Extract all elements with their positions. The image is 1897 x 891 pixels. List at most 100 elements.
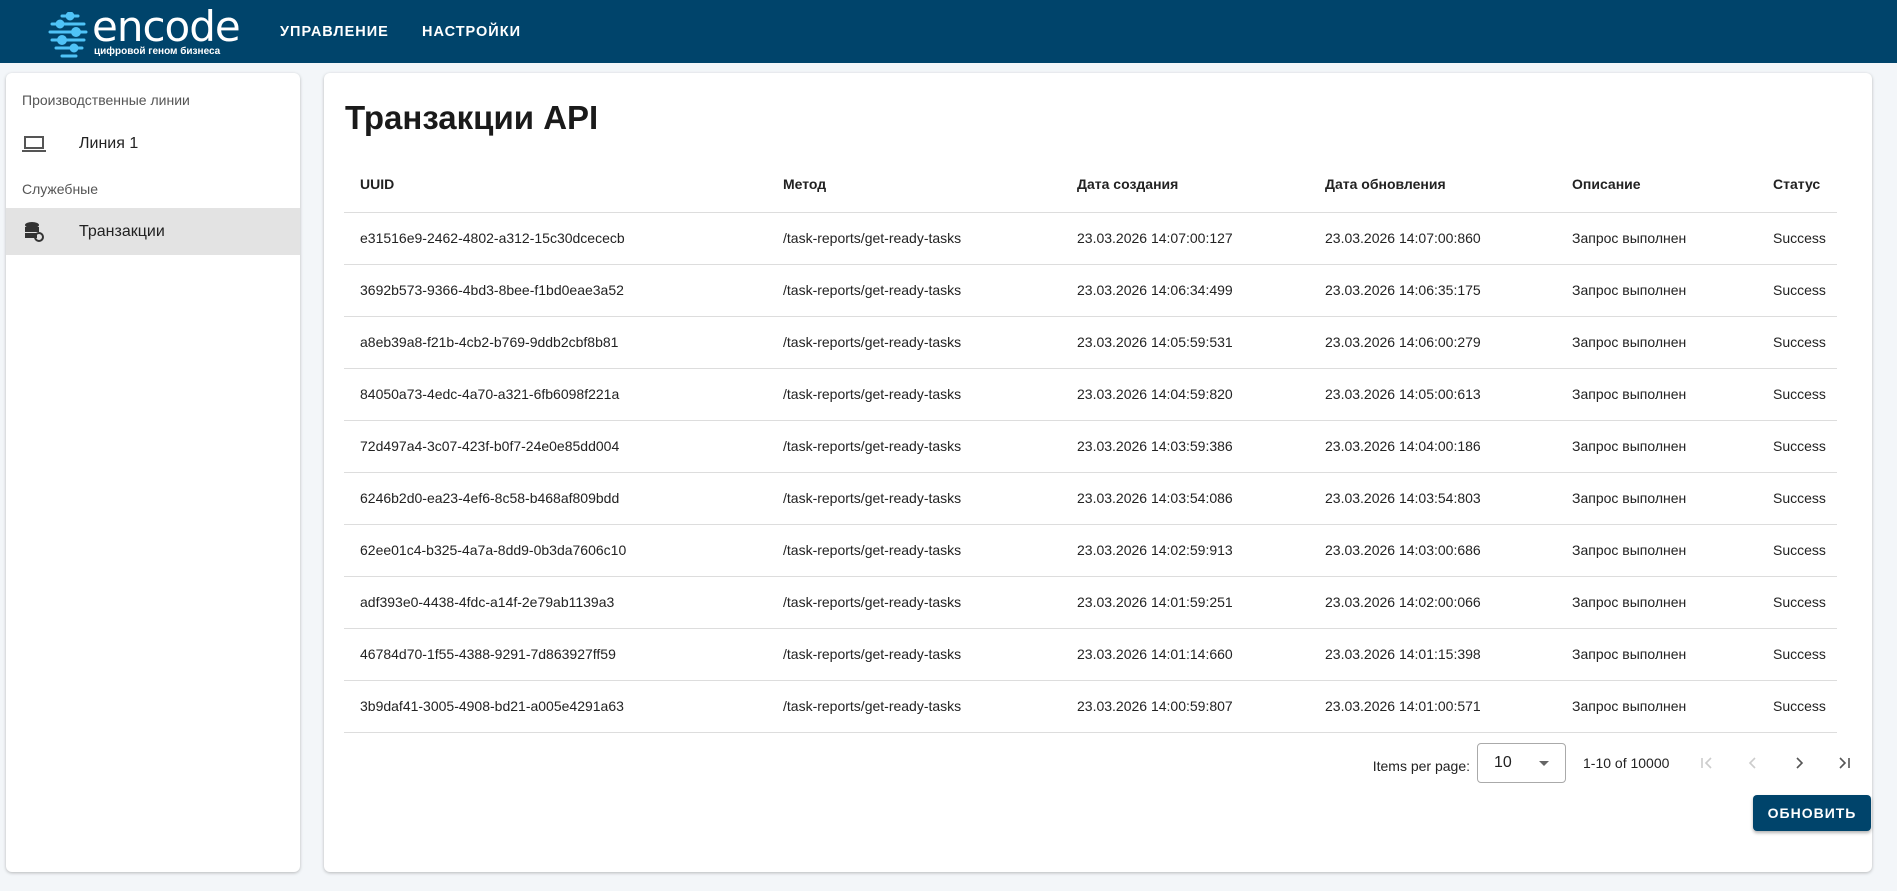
table-cell: 23.03.2026 14:07:00:860 xyxy=(1309,212,1556,265)
table-row[interactable]: e31516e9-2462-4802-a312-15c30dcececb/tas… xyxy=(344,212,1837,265)
database-sync-icon xyxy=(22,221,46,243)
table-cell: 23.03.2026 14:00:59:807 xyxy=(1061,680,1309,733)
logo-icon xyxy=(48,12,88,58)
table-cell: Запрос выполнен xyxy=(1556,628,1757,681)
table-row[interactable]: adf393e0-4438-4fdc-a14f-2e79ab1139a3/tas… xyxy=(344,576,1837,629)
paginator: Items per page: 10 1-10 of 10000 xyxy=(324,743,1872,791)
table-cell: Запрос выполнен xyxy=(1556,576,1757,629)
sidebar-item-label: Линия 1 xyxy=(79,134,139,152)
table-cell: Запрос выполнен xyxy=(1556,368,1757,421)
sidebar-section-service: Служебные xyxy=(22,181,99,197)
table-cell: 23.03.2026 14:03:54:086 xyxy=(1061,472,1309,525)
table-row[interactable]: 3b9daf41-3005-4908-bd21-a005e4291a63/tas… xyxy=(344,680,1837,733)
sidebar-item-transactions[interactable]: Транзакции xyxy=(6,208,300,255)
table-cell: /task-reports/get-ready-tasks xyxy=(767,576,1061,629)
table-row[interactable]: 6246b2d0-ea23-4ef6-8c58-b468af809bdd/tas… xyxy=(344,472,1837,525)
page-title: Транзакции API xyxy=(345,99,599,136)
table-cell: Запрос выполнен xyxy=(1556,472,1757,525)
table-cell: Запрос выполнен xyxy=(1556,420,1757,473)
table-cell: Success xyxy=(1757,680,1837,733)
table-cell: 84050a73-4edc-4a70-a321-6fb6098f221a xyxy=(344,368,767,421)
table-cell: Success xyxy=(1757,472,1837,525)
table-cell: /task-reports/get-ready-tasks xyxy=(767,264,1061,317)
table-cell: 72d497a4-3c07-423f-b0f7-24e0e85dd004 xyxy=(344,420,767,473)
table-cell: Запрос выполнен xyxy=(1556,212,1757,265)
refresh-button[interactable]: ОБНОВИТЬ xyxy=(1753,795,1871,831)
sidebar-item-label: Транзакции xyxy=(79,222,165,240)
table-cell: Запрос выполнен xyxy=(1556,316,1757,369)
table-cell: Success xyxy=(1757,212,1837,265)
table-row[interactable]: 84050a73-4edc-4a70-a321-6fb6098f221a/tas… xyxy=(344,368,1837,421)
nav-settings[interactable]: НАСТРОЙКИ xyxy=(422,24,521,40)
sidebar-section-production-lines: Производственные линии xyxy=(22,92,190,108)
column-header: Дата обновления xyxy=(1309,157,1556,213)
table-cell: 3692b573-9366-4bd3-8bee-f1bd0eae3a52 xyxy=(344,264,767,317)
table-cell: Запрос выполнен xyxy=(1556,524,1757,577)
table-cell: /task-reports/get-ready-tasks xyxy=(767,472,1061,525)
chevron-down-icon xyxy=(1539,761,1549,766)
table-cell: 23.03.2026 14:01:15:398 xyxy=(1309,628,1556,681)
table-cell: /task-reports/get-ready-tasks xyxy=(767,420,1061,473)
last-page-button[interactable] xyxy=(1830,749,1858,777)
logo[interactable]: encode цифровой геном бизнеса xyxy=(48,2,248,58)
table-cell: 23.03.2026 14:01:00:571 xyxy=(1309,680,1556,733)
chevron-left-icon xyxy=(1748,757,1756,769)
first-page-icon xyxy=(1701,757,1712,769)
logo-text: encode xyxy=(92,2,241,51)
column-header: UUID xyxy=(344,157,767,213)
table-row[interactable]: 62ee01c4-b325-4a7a-8dd9-0b3da7606c10/tas… xyxy=(344,524,1837,577)
table-cell: 46784d70-1f55-4388-9291-7d863927ff59 xyxy=(344,628,767,681)
logo-tagline: цифровой геном бизнеса xyxy=(94,46,221,57)
first-page-button[interactable] xyxy=(1693,749,1721,777)
table-cell: /task-reports/get-ready-tasks xyxy=(767,680,1061,733)
items-per-page-label: Items per page: xyxy=(1372,758,1470,774)
nav-management[interactable]: УПРАВЛЕНИЕ xyxy=(280,24,389,40)
top-bar: encode цифровой геном бизнеса УПРАВЛЕНИЕ… xyxy=(0,0,1897,63)
table-cell: 23.03.2026 14:04:00:186 xyxy=(1309,420,1556,473)
table-cell: e31516e9-2462-4802-a312-15c30dcececb xyxy=(344,212,767,265)
table-header: UUID Метод Дата создания Дата обновления Опи… xyxy=(344,157,1837,213)
table-cell: /task-reports/get-ready-tasks xyxy=(767,368,1061,421)
table-row[interactable]: 46784d70-1f55-4388-9291-7d863927ff59/tas… xyxy=(344,628,1837,681)
page-range: 1-10 of 10000 xyxy=(1583,755,1670,771)
table-cell: 23.03.2026 14:06:34:499 xyxy=(1061,264,1309,317)
transactions-table: UUID Метод Дата создания Дата обновления Опи… xyxy=(344,157,1837,733)
table-cell: /task-reports/get-ready-tasks xyxy=(767,628,1061,681)
table-cell: /task-reports/get-ready-tasks xyxy=(767,524,1061,577)
table-cell: Запрос выполнен xyxy=(1556,264,1757,317)
table-cell: Success xyxy=(1757,524,1837,577)
table-cell: Success xyxy=(1757,420,1837,473)
table-cell: 23.03.2026 14:06:35:175 xyxy=(1309,264,1556,317)
sidebar-item-line-1[interactable]: Линия 1 xyxy=(6,120,300,167)
table-cell: Запрос выполнен xyxy=(1556,680,1757,733)
table-cell: a8eb39a8-f21b-4cb2-b769-9ddb2cbf8b81 xyxy=(344,316,767,369)
column-header: Дата создания xyxy=(1061,157,1309,213)
last-page-icon xyxy=(1839,757,1850,769)
table-cell: /task-reports/get-ready-tasks xyxy=(767,316,1061,369)
table-cell: 23.03.2026 14:03:54:803 xyxy=(1309,472,1556,525)
table-row[interactable]: 3692b573-9366-4bd3-8bee-f1bd0eae3a52/tas… xyxy=(344,264,1837,317)
table-cell: /task-reports/get-ready-tasks xyxy=(767,212,1061,265)
table-cell: 3b9daf41-3005-4908-bd21-a005e4291a63 xyxy=(344,680,767,733)
column-header: Метод xyxy=(767,157,1061,213)
table-cell: Success xyxy=(1757,368,1837,421)
next-page-button[interactable] xyxy=(1785,749,1813,777)
page-size-select[interactable]: 10 xyxy=(1477,743,1566,783)
main-panel: Транзакции API UUID Метод Дата создания Дат… xyxy=(324,73,1872,872)
table-cell: adf393e0-4438-4fdc-a14f-2e79ab1139a3 xyxy=(344,576,767,629)
table-cell: 23.03.2026 14:02:59:913 xyxy=(1061,524,1309,577)
previous-page-button[interactable] xyxy=(1739,749,1767,777)
table-cell: 23.03.2026 14:03:00:686 xyxy=(1309,524,1556,577)
column-header: Описание xyxy=(1556,157,1757,213)
table-cell: 23.03.2026 14:07:00:127 xyxy=(1061,212,1309,265)
table-row[interactable]: a8eb39a8-f21b-4cb2-b769-9ddb2cbf8b81/tas… xyxy=(344,316,1837,369)
column-header: Статус xyxy=(1757,157,1837,213)
page-size-value: 10 xyxy=(1494,754,1512,771)
table-row[interactable]: 72d497a4-3c07-423f-b0f7-24e0e85dd004/tas… xyxy=(344,420,1837,473)
table-cell: 23.03.2026 14:03:59:386 xyxy=(1061,420,1309,473)
table-cell: 6246b2d0-ea23-4ef6-8c58-b468af809bdd xyxy=(344,472,767,525)
table-cell: 23.03.2026 14:02:00:066 xyxy=(1309,576,1556,629)
table-cell: 23.03.2026 14:06:00:279 xyxy=(1309,316,1556,369)
table-cell: 23.03.2026 14:05:00:613 xyxy=(1309,368,1556,421)
table-cell: 23.03.2026 14:01:59:251 xyxy=(1061,576,1309,629)
